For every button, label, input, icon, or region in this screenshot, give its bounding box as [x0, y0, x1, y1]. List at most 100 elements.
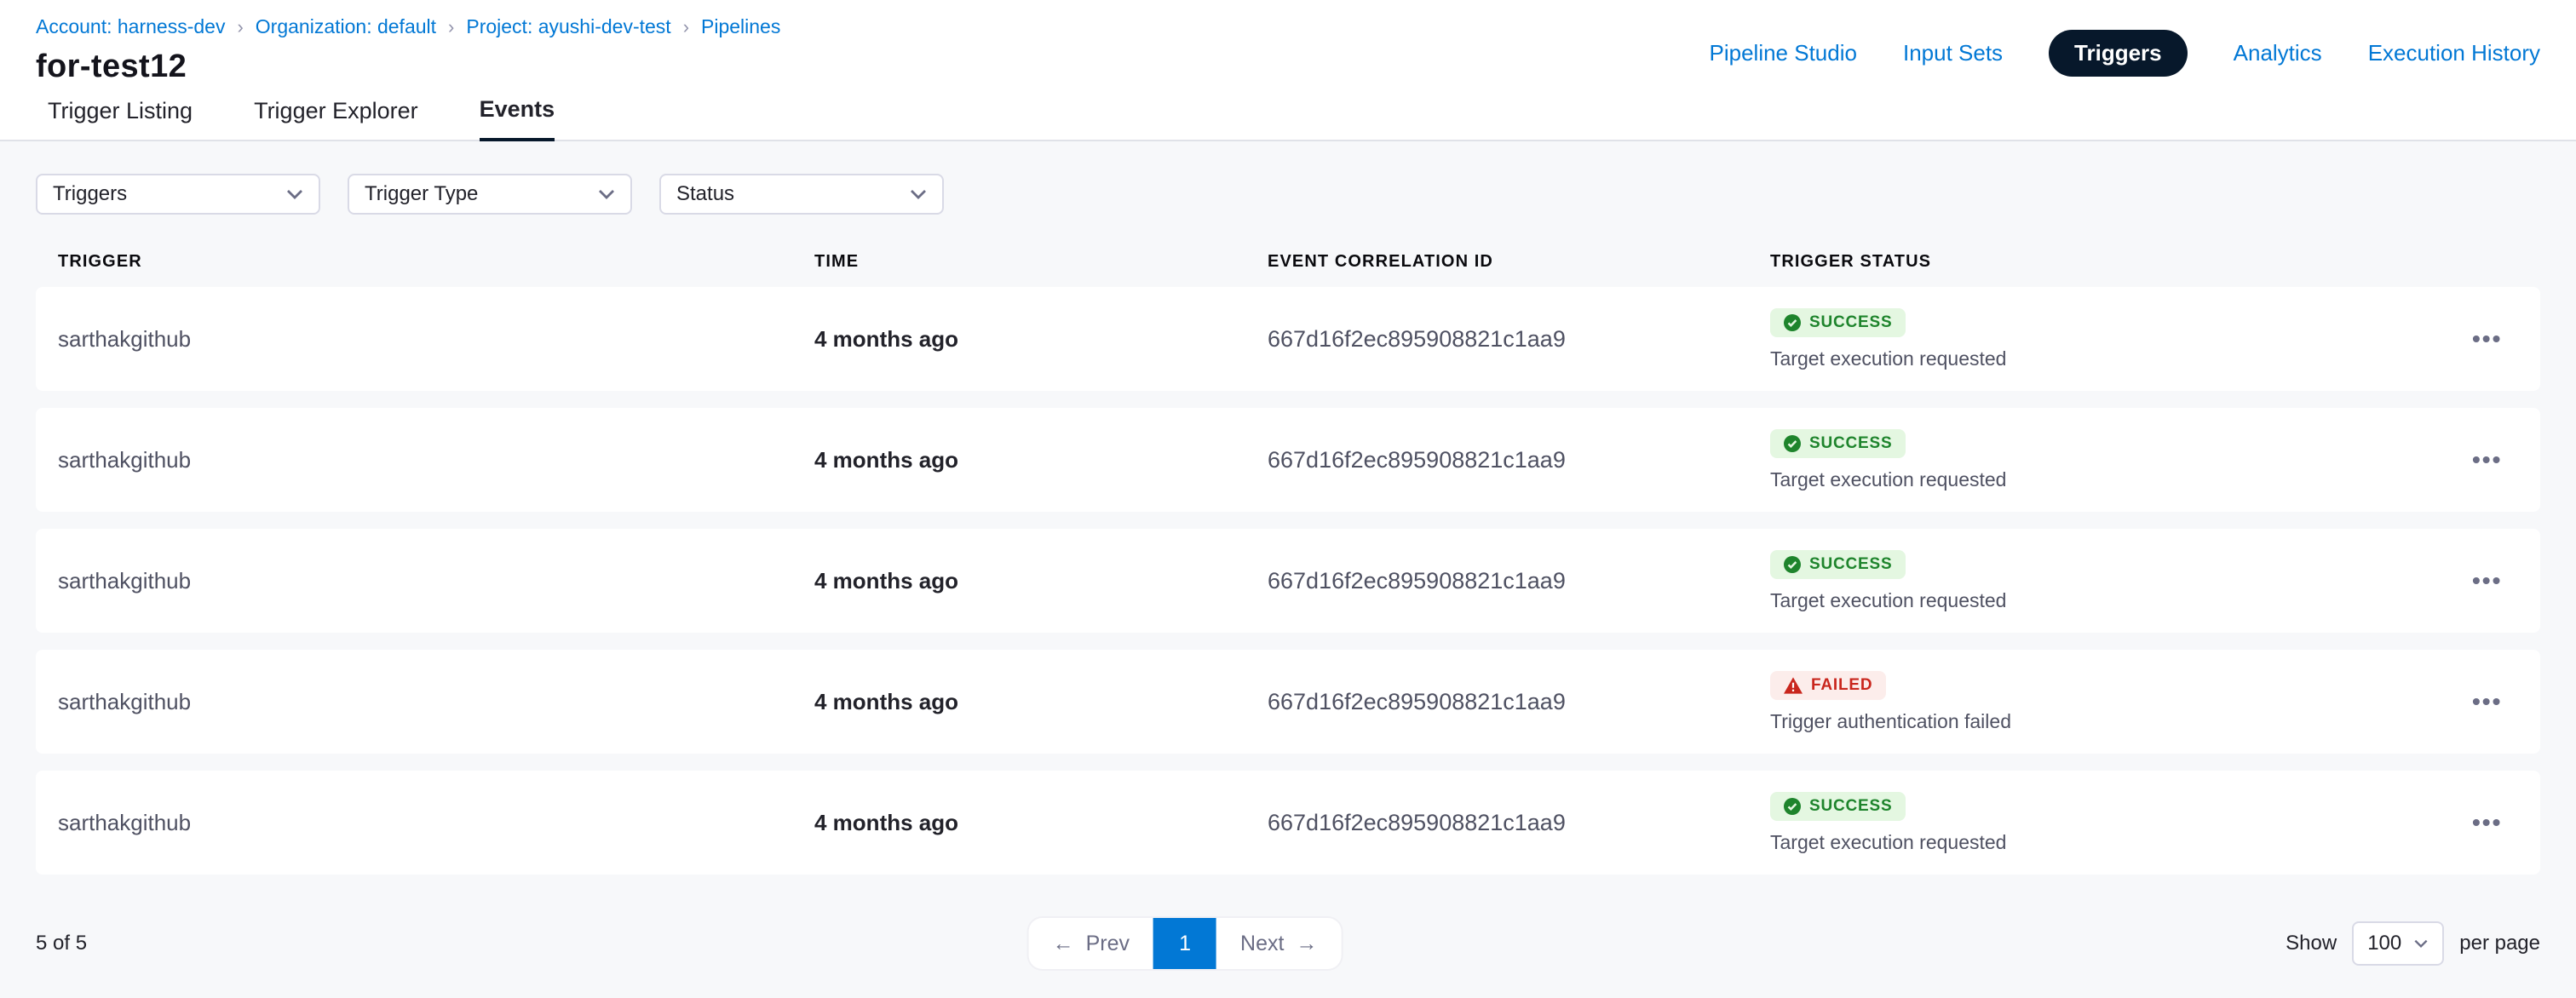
- trigger-status-cell: FAILED Trigger authentication failed: [1770, 671, 2472, 733]
- chevron-down-icon: [286, 189, 303, 199]
- trigger-status-cell: SUCCESS Target execution requested: [1770, 429, 2472, 491]
- page-number-button[interactable]: 1: [1153, 918, 1216, 969]
- correlation-id: 667d16f2ec895908821c1aa9: [1268, 689, 1770, 715]
- event-time: 4 months ago: [814, 447, 1268, 473]
- event-row: sarthakgithub 4 months ago 667d16f2ec895…: [36, 529, 2540, 633]
- table-header-row: TRIGGER TIME EVENT CORRELATION ID TRIGGE…: [36, 252, 2540, 272]
- triggers-filter-select[interactable]: Triggers: [36, 174, 320, 215]
- event-time: 4 months ago: [814, 689, 1268, 715]
- pager: ← Prev 1 Next →: [1029, 918, 1342, 969]
- chevron-down-icon: [2413, 939, 2429, 948]
- correlation-id: 667d16f2ec895908821c1aa9: [1268, 568, 1770, 594]
- breadcrumb-separator-icon: ›: [448, 16, 454, 38]
- success-icon: [1784, 435, 1801, 452]
- top-header: Account: harness-dev › Organization: def…: [0, 0, 2576, 85]
- status-detail: Target execution requested: [1770, 589, 2472, 612]
- status-badge-label: FAILED: [1811, 676, 1872, 695]
- nav-execution-history[interactable]: Execution History: [2368, 40, 2540, 66]
- column-header-trigger: TRIGGER: [58, 252, 814, 272]
- status-badge: SUCCESS: [1770, 792, 1906, 821]
- status-badge-label: SUCCESS: [1809, 434, 1892, 453]
- nav-pipeline-studio[interactable]: Pipeline Studio: [1710, 40, 1857, 66]
- tab-trigger-explorer[interactable]: Trigger Explorer: [254, 98, 418, 140]
- breadcrumb-organization-link[interactable]: Organization: default: [256, 15, 436, 38]
- page-title: for-test12: [36, 49, 780, 85]
- row-overflow-menu-button[interactable]: •••: [2472, 325, 2540, 353]
- breadcrumb: Account: harness-dev › Organization: def…: [36, 15, 780, 38]
- chevron-down-icon: [598, 189, 615, 199]
- column-header-trigger-status: TRIGGER STATUS: [1770, 252, 2472, 272]
- column-header-time: TIME: [814, 252, 1268, 272]
- trigger-name: sarthakgithub: [58, 568, 814, 594]
- show-label: Show: [2286, 932, 2337, 955]
- trigger-name: sarthakgithub: [58, 689, 814, 715]
- nav-input-sets[interactable]: Input Sets: [1903, 40, 2003, 66]
- breadcrumb-account-link[interactable]: Account: harness-dev: [36, 15, 225, 38]
- status-badge: SUCCESS: [1770, 308, 1906, 337]
- status-badge: FAILED: [1770, 671, 1886, 700]
- trigger-type-filter-select[interactable]: Trigger Type: [348, 174, 632, 215]
- correlation-id: 667d16f2ec895908821c1aa9: [1268, 447, 1770, 473]
- status-detail: Target execution requested: [1770, 468, 2472, 491]
- status-badge-label: SUCCESS: [1809, 555, 1892, 574]
- page: Account: harness-dev › Organization: def…: [0, 0, 2576, 998]
- events-content: Triggers Trigger Type Status TRIGGER TI: [0, 141, 2576, 889]
- triggers-filter-label: Triggers: [53, 182, 127, 206]
- status-filter-label: Status: [676, 182, 734, 206]
- correlation-id: 667d16f2ec895908821c1aa9: [1268, 326, 1770, 353]
- trigger-type-filter-label: Trigger Type: [365, 182, 478, 206]
- status-badge: SUCCESS: [1770, 550, 1906, 579]
- column-header-spacer: [2472, 252, 2540, 272]
- page-size-control: Show 100 per page: [2286, 921, 2540, 966]
- event-row: sarthakgithub 4 months ago 667d16f2ec895…: [36, 287, 2540, 391]
- row-overflow-menu-button[interactable]: •••: [2472, 688, 2540, 715]
- breadcrumb-separator-icon: ›: [683, 16, 689, 38]
- pipeline-nav: Pipeline Studio Input Sets Triggers Anal…: [1710, 29, 2541, 77]
- chevron-down-icon: [910, 189, 927, 199]
- right-arrow-icon: →: [1296, 932, 1317, 956]
- status-filter-select[interactable]: Status: [659, 174, 944, 215]
- event-row: sarthakgithub 4 months ago 667d16f2ec895…: [36, 771, 2540, 875]
- event-time: 4 months ago: [814, 326, 1268, 353]
- header-left: Account: harness-dev › Organization: def…: [36, 15, 780, 85]
- prev-page-button[interactable]: ← Prev: [1029, 918, 1153, 969]
- page-size-value: 100: [2367, 932, 2401, 955]
- row-overflow-menu-button[interactable]: •••: [2472, 567, 2540, 594]
- row-overflow-menu-button[interactable]: •••: [2472, 446, 2540, 473]
- result-count: 5 of 5: [36, 932, 87, 955]
- left-arrow-icon: ←: [1053, 932, 1074, 956]
- status-badge-label: SUCCESS: [1809, 797, 1892, 816]
- breadcrumb-pipelines-link[interactable]: Pipelines: [701, 15, 780, 38]
- next-page-button[interactable]: Next →: [1216, 918, 1341, 969]
- status-detail: Target execution requested: [1770, 347, 2472, 370]
- tab-events[interactable]: Events: [480, 96, 555, 141]
- success-icon: [1784, 556, 1801, 573]
- trigger-name: sarthakgithub: [58, 810, 814, 836]
- next-label: Next: [1240, 932, 1284, 956]
- failed-icon: [1784, 677, 1803, 694]
- status-badge-label: SUCCESS: [1809, 313, 1892, 332]
- trigger-status-cell: SUCCESS Target execution requested: [1770, 308, 2472, 370]
- per-page-label: per page: [2459, 932, 2540, 955]
- tab-trigger-listing[interactable]: Trigger Listing: [48, 98, 193, 140]
- filter-bar: Triggers Trigger Type Status: [36, 174, 2540, 215]
- column-header-event-correlation-id: EVENT CORRELATION ID: [1268, 252, 1770, 272]
- status-badge: SUCCESS: [1770, 429, 1906, 458]
- trigger-status-cell: SUCCESS Target execution requested: [1770, 550, 2472, 612]
- tab-bar: Trigger Listing Trigger Explorer Events: [0, 85, 2576, 141]
- event-time: 4 months ago: [814, 568, 1268, 594]
- page-size-select[interactable]: 100: [2352, 921, 2444, 966]
- nav-triggers[interactable]: Triggers: [2049, 30, 2188, 77]
- trigger-name: sarthakgithub: [58, 447, 814, 473]
- nav-analytics[interactable]: Analytics: [2234, 40, 2322, 66]
- status-detail: Target execution requested: [1770, 831, 2472, 854]
- success-icon: [1784, 314, 1801, 331]
- prev-label: Prev: [1086, 932, 1130, 956]
- trigger-status-cell: SUCCESS Target execution requested: [1770, 792, 2472, 854]
- row-overflow-menu-button[interactable]: •••: [2472, 809, 2540, 836]
- status-detail: Trigger authentication failed: [1770, 710, 2472, 733]
- breadcrumb-project-link[interactable]: Project: ayushi-dev-test: [466, 15, 670, 38]
- event-time: 4 months ago: [814, 810, 1268, 836]
- event-row: sarthakgithub 4 months ago 667d16f2ec895…: [36, 408, 2540, 512]
- events-list: sarthakgithub 4 months ago 667d16f2ec895…: [36, 287, 2540, 875]
